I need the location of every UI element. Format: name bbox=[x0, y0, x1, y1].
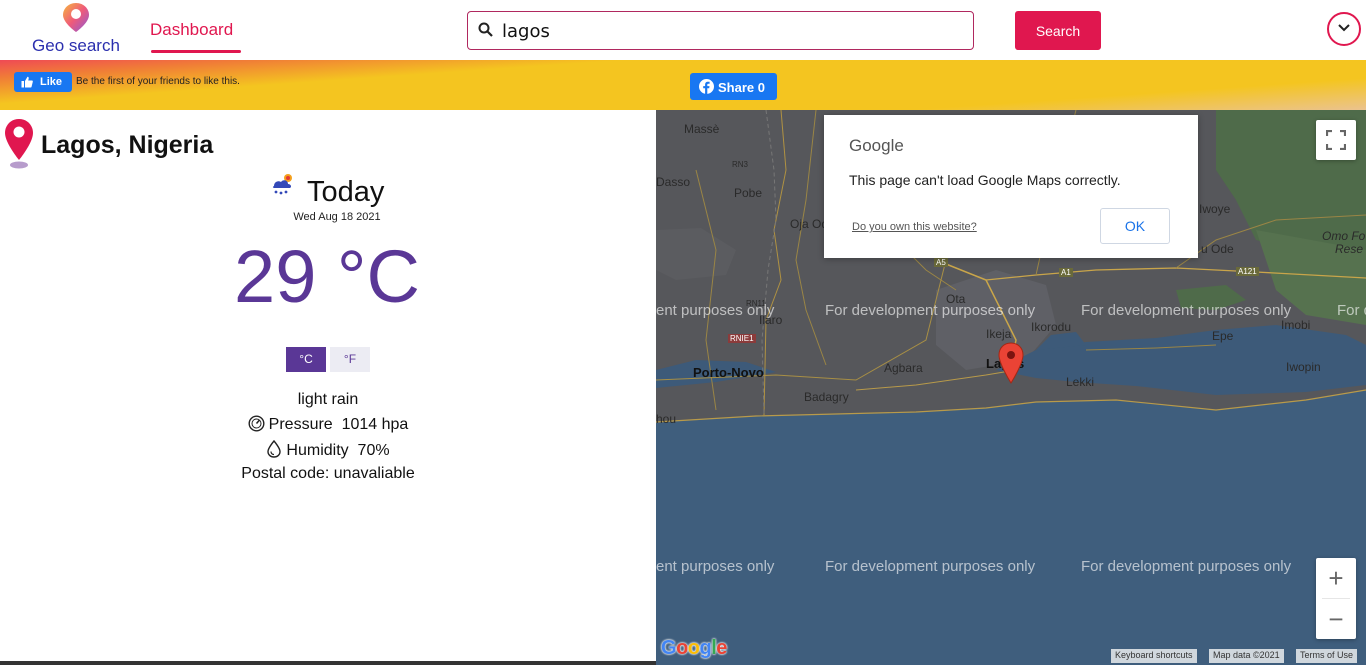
location-title: Lagos, Nigeria bbox=[41, 131, 214, 159]
fullscreen-button[interactable] bbox=[1316, 120, 1356, 160]
google-logo[interactable]: Google bbox=[661, 637, 727, 660]
pressure-row: Pressure 1014 hpa bbox=[0, 415, 656, 437]
map-place-label: Ikeja bbox=[986, 327, 1012, 341]
nav-active-indicator bbox=[151, 50, 241, 53]
postal-code: Postal code: unavaliable bbox=[241, 465, 415, 482]
map-place-label: Massè bbox=[684, 122, 720, 136]
rain-weather-icon bbox=[272, 174, 292, 195]
brand-label: Geo search bbox=[32, 36, 120, 55]
profile-menu-button[interactable] bbox=[1327, 12, 1361, 46]
day-label: Today bbox=[307, 176, 385, 208]
social-bar: Like Be the first of your friends to lik… bbox=[0, 60, 1366, 110]
search-box bbox=[467, 11, 974, 50]
map-place-label: Agbara bbox=[884, 361, 923, 375]
map-marker-icon[interactable] bbox=[998, 342, 1024, 384]
map-place-label: Pobe bbox=[734, 186, 763, 200]
map-place-label: Iwoye bbox=[1199, 202, 1231, 216]
zoom-out-button[interactable]: − bbox=[1316, 599, 1356, 639]
map-place-label: Imobi bbox=[1281, 318, 1311, 332]
top-navbar: Geo search Dashboard Search bbox=[0, 0, 1366, 60]
road-label: A121 bbox=[1236, 267, 1259, 276]
zoom-in-button[interactable]: + bbox=[1316, 558, 1356, 598]
dev-watermark: For development purposes only bbox=[1081, 302, 1292, 319]
temperature-value: 29 °C bbox=[234, 235, 420, 318]
like-prompt-text: Be the first of your friends to like thi… bbox=[76, 76, 240, 87]
chevron-down-icon bbox=[1338, 24, 1350, 32]
keyboard-shortcuts-link[interactable]: Keyboard shortcuts bbox=[1111, 649, 1197, 663]
brand-link[interactable]: Geo search bbox=[30, 2, 122, 56]
facebook-share-button[interactable]: Share 0 bbox=[690, 73, 777, 100]
dialog-message: This page can't load Google Maps correct… bbox=[849, 172, 1121, 188]
map-place-label: Omo Fo bbox=[1322, 229, 1366, 243]
map-place-label: Ikorodu bbox=[1031, 320, 1072, 334]
fahrenheit-toggle[interactable]: °F bbox=[330, 347, 370, 372]
scroll-edge bbox=[0, 661, 656, 665]
zoom-control: + − bbox=[1316, 558, 1356, 639]
fullscreen-icon bbox=[1326, 130, 1346, 150]
date-label: Wed Aug 18 2021 bbox=[293, 211, 381, 223]
dev-watermark: For d bbox=[1337, 302, 1366, 319]
map-place-label: hou bbox=[656, 412, 677, 426]
share-label: Share 0 bbox=[718, 80, 765, 95]
location-pin-icon bbox=[5, 119, 33, 169]
dev-watermark: For development purposes only bbox=[825, 302, 1036, 319]
like-label: Like bbox=[40, 76, 63, 88]
water-drop-icon bbox=[267, 439, 282, 458]
map-place-label: Badagry bbox=[804, 390, 849, 404]
pressure-value: 1014 hpa bbox=[341, 416, 409, 433]
facebook-like-button[interactable]: Like bbox=[14, 72, 72, 92]
road-label: RNIE1 bbox=[728, 334, 756, 343]
map-pin-logo-icon bbox=[63, 3, 89, 32]
dev-watermark: For development purposes only bbox=[825, 558, 1036, 575]
maps-error-dialog: Google This page can't load Google Maps … bbox=[824, 115, 1198, 258]
road-label: A1 bbox=[1059, 268, 1073, 277]
road-label: A5 bbox=[934, 258, 948, 267]
map-data-attribution: Map data ©2021 bbox=[1209, 649, 1284, 663]
dialog-google-brand: Google bbox=[849, 136, 904, 155]
map-place-label: Porto-Novo bbox=[693, 365, 764, 380]
map-place-label: Dasso bbox=[656, 175, 691, 189]
dev-watermark: ent purposes only bbox=[656, 302, 775, 319]
dev-watermark: For development purposes only bbox=[1081, 558, 1292, 575]
nav-dashboard-link[interactable]: Dashboard bbox=[150, 20, 233, 40]
dev-watermark: ent purposes only bbox=[656, 558, 775, 575]
page: Geo search Dashboard Search Like Be t bbox=[0, 0, 1366, 665]
own-website-link[interactable]: Do you own this website? bbox=[852, 221, 977, 233]
weather-panel: Lagos, Nigeria Today Wed Aug 18 2021 29 … bbox=[0, 110, 656, 665]
celsius-toggle[interactable]: °C bbox=[286, 347, 326, 372]
pressure-label: Pressure bbox=[268, 416, 333, 433]
map-place-label: Lekki bbox=[1066, 375, 1095, 389]
humidity-label: Humidity bbox=[286, 442, 349, 459]
road-label: RN3 bbox=[732, 160, 749, 169]
terms-of-use-link[interactable]: Terms of Use bbox=[1296, 649, 1358, 663]
humidity-value: 70% bbox=[357, 442, 390, 459]
humidity-row: Humidity 70% bbox=[0, 439, 656, 462]
search-button[interactable]: Search bbox=[1015, 11, 1101, 50]
dialog-ok-button[interactable]: OK bbox=[1100, 208, 1170, 244]
search-icon bbox=[478, 22, 493, 37]
search-input[interactable] bbox=[502, 16, 962, 46]
map-place-label: Epe bbox=[1212, 329, 1234, 343]
facebook-icon bbox=[699, 79, 714, 94]
map-place-label: u Ode bbox=[1201, 242, 1234, 256]
pressure-gauge-icon bbox=[248, 415, 265, 432]
thumbs-up-icon bbox=[21, 76, 33, 88]
map-place-label: Iwopin bbox=[1286, 360, 1321, 374]
map-place-label: Rese bbox=[1335, 242, 1364, 256]
map-view[interactable]: Massè Dasso Pobe Oja Odan Ota Ilaro Ikej… bbox=[656, 110, 1366, 665]
weather-description: light rain bbox=[297, 391, 359, 408]
